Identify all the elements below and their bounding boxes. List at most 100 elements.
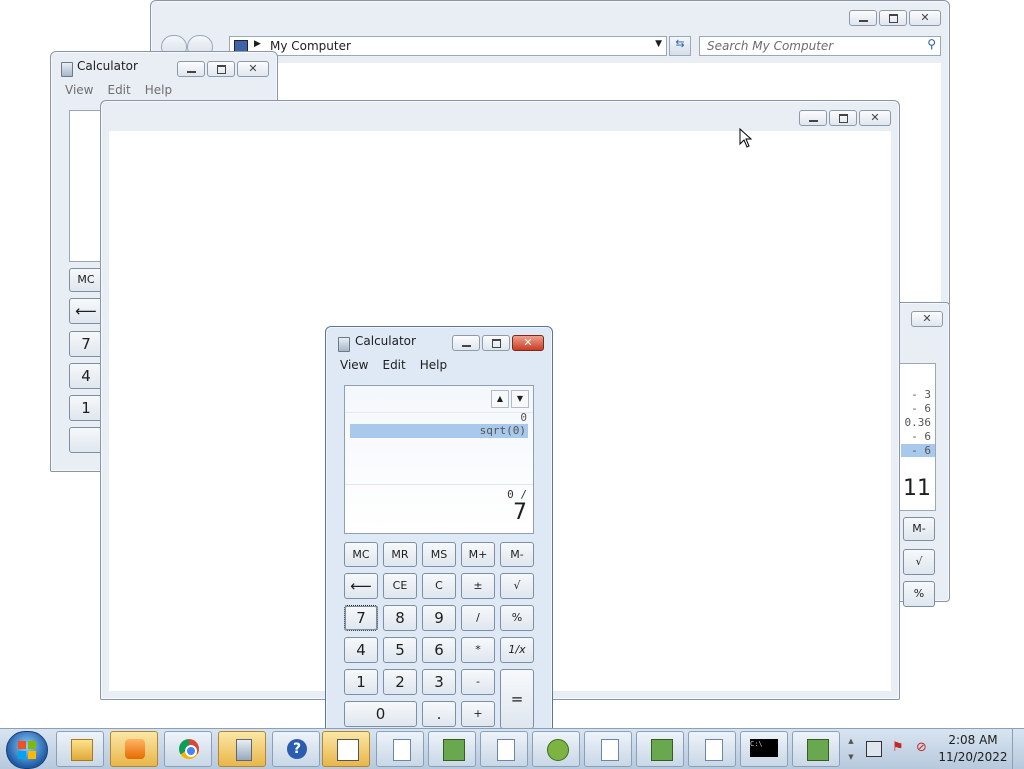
key-equals[interactable]: = xyxy=(500,669,534,729)
key-mc[interactable]: MC xyxy=(69,268,103,292)
key-m-minus[interactable]: M- xyxy=(500,542,534,567)
app-icon xyxy=(443,739,465,761)
minimize-button[interactable] xyxy=(849,10,877,26)
history-line-selected: - 6 xyxy=(901,444,935,457)
key-subtract[interactable]: - xyxy=(461,669,495,695)
minimize-button[interactable] xyxy=(452,335,480,351)
key-m-plus[interactable]: M+ xyxy=(461,542,495,567)
window-title: Calculator xyxy=(77,59,138,73)
clock-date[interactable]: 11/20/2022 xyxy=(938,750,1008,764)
calculator-icon xyxy=(61,62,73,77)
maximize-button[interactable] xyxy=(482,335,510,351)
key-2[interactable]: 2 xyxy=(383,669,417,695)
key-m-minus[interactable]: M- xyxy=(903,517,935,541)
address-dropdown-icon[interactable]: ▼ xyxy=(655,39,662,49)
taskbar-app-1[interactable] xyxy=(428,731,476,767)
history-line: - 6 xyxy=(911,430,931,443)
maximize-button[interactable] xyxy=(879,10,907,26)
action-center-icon[interactable]: ⚑ xyxy=(892,740,904,755)
taskbar-app-4[interactable] xyxy=(792,731,840,767)
key-mc[interactable]: MC xyxy=(344,542,378,567)
key-sqrt[interactable]: √ xyxy=(500,573,534,599)
key-multiply[interactable]: * xyxy=(461,637,495,663)
key-4[interactable]: 4 xyxy=(69,363,103,389)
taskbar-cmd[interactable]: C:\ xyxy=(740,731,788,767)
key-c[interactable]: C xyxy=(422,573,456,599)
key-divide[interactable]: / xyxy=(461,605,495,631)
refresh-button[interactable]: ⇆ xyxy=(669,36,691,56)
key-5[interactable]: 5 xyxy=(383,637,417,663)
history-scroll-up-icon[interactable]: ▲ xyxy=(491,390,509,408)
taskbar-document-1[interactable] xyxy=(376,731,424,767)
close-button[interactable]: ✕ xyxy=(859,110,891,126)
close-button[interactable]: ✕ xyxy=(909,10,941,26)
taskbar-scroll[interactable]: ▲ ▼ xyxy=(846,733,856,765)
taskbar-document-3[interactable] xyxy=(584,731,632,767)
key-1[interactable]: 1 xyxy=(69,395,103,421)
close-button[interactable]: ✕ xyxy=(512,335,544,351)
taskbar-app-2[interactable] xyxy=(532,731,580,767)
taskbar-app-3[interactable] xyxy=(636,731,684,767)
minimize-button[interactable] xyxy=(177,61,205,77)
key-reciprocal[interactable]: 1/x xyxy=(500,637,534,663)
address-bar[interactable]: ▶ My Computer ▼ xyxy=(229,36,667,56)
taskbar-chrome[interactable] xyxy=(164,731,212,767)
taskbar-document-4[interactable] xyxy=(688,731,736,767)
key-percent[interactable]: % xyxy=(903,581,935,607)
menu-edit[interactable]: Edit xyxy=(382,358,405,372)
breadcrumb-arrow-icon[interactable]: ▶ xyxy=(254,39,261,49)
key-backspace[interactable]: ⟵ xyxy=(344,573,378,599)
key-decimal[interactable]: . xyxy=(422,701,456,727)
key-3[interactable]: 3 xyxy=(422,669,456,695)
menu-view[interactable]: View xyxy=(340,358,368,372)
history-line: - 3 xyxy=(911,388,931,401)
display-value: 7 xyxy=(513,500,527,525)
taskbar-document-2[interactable] xyxy=(480,731,528,767)
close-button[interactable]: ✕ xyxy=(911,311,943,327)
taskbar-help[interactable]: ? xyxy=(272,731,320,767)
key-percent[interactable]: % xyxy=(500,605,534,631)
key-sqrt[interactable]: √ xyxy=(903,549,935,575)
taskbar-explorer[interactable] xyxy=(56,731,104,767)
key-0[interactable] xyxy=(69,427,103,453)
key-7[interactable]: 7 xyxy=(344,605,378,631)
network-icon[interactable] xyxy=(866,741,882,757)
search-box[interactable]: Search My Computer ⚲ xyxy=(699,36,941,56)
clock-time[interactable]: 2:08 AM xyxy=(938,733,1008,747)
key-ms[interactable]: MS xyxy=(422,542,456,567)
key-add[interactable]: + xyxy=(461,701,495,727)
key-1[interactable]: 1 xyxy=(344,669,378,695)
window-app-icon xyxy=(337,739,359,761)
taskbar-calculator[interactable] xyxy=(218,731,266,767)
maximize-button[interactable] xyxy=(829,110,857,126)
key-7[interactable]: 7 xyxy=(69,331,103,357)
key-ce[interactable]: CE xyxy=(383,573,417,599)
start-button[interactable] xyxy=(6,731,48,769)
menu-view[interactable]: View xyxy=(65,83,93,97)
menu-help[interactable]: Help xyxy=(420,358,447,372)
maximize-button[interactable] xyxy=(207,61,235,77)
history-scroll-down-icon[interactable]: ▼ xyxy=(511,390,529,408)
volume-muted-icon[interactable]: ⊘ xyxy=(916,740,927,755)
key-backspace[interactable]: ⟵ xyxy=(69,298,103,324)
frog-icon xyxy=(547,739,569,761)
show-desktop-button[interactable] xyxy=(1012,729,1024,769)
menu-help[interactable]: Help xyxy=(145,83,172,97)
minimize-button[interactable] xyxy=(799,110,827,126)
key-plus-minus[interactable]: ± xyxy=(461,573,495,599)
key-4[interactable]: 4 xyxy=(344,637,378,663)
calculator-front-window[interactable]: Calculator ✕ View Edit Help ▲ ▼ 0 sqrt(0… xyxy=(325,326,553,736)
key-9[interactable]: 9 xyxy=(422,605,456,631)
key-mr[interactable]: MR xyxy=(383,542,417,567)
chrome-center-icon xyxy=(185,745,197,757)
document-icon xyxy=(705,739,723,761)
close-button[interactable]: ✕ xyxy=(237,61,269,77)
menu-edit[interactable]: Edit xyxy=(107,83,130,97)
taskbar-media-player[interactable] xyxy=(110,731,158,767)
search-icon[interactable]: ⚲ xyxy=(927,37,936,51)
history-line: - 6 xyxy=(911,402,931,415)
taskbar-window-app[interactable] xyxy=(322,731,370,767)
key-6[interactable]: 6 xyxy=(422,637,456,663)
key-0[interactable]: 0 xyxy=(344,701,417,727)
key-8[interactable]: 8 xyxy=(383,605,417,631)
